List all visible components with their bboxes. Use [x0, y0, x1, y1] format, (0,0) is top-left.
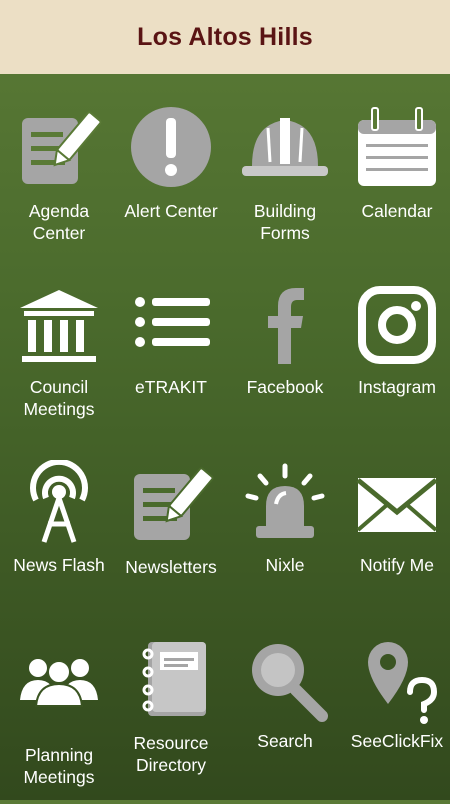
calendar-icon [352, 104, 442, 194]
people-icon [14, 634, 104, 724]
tile-label: Newsletters [125, 557, 217, 577]
tile-label: Search [257, 731, 313, 751]
tile-news-flash[interactable]: News Flash [3, 460, 115, 630]
tile-etrakit[interactable]: eTRAKIT [115, 282, 227, 452]
tile-council-meetings[interactable]: Council Meetings [3, 282, 115, 452]
tile-label: SeeClickFix [350, 731, 444, 751]
tile-label: Building Forms [253, 201, 317, 243]
app-title: Los Altos Hills [137, 22, 313, 51]
tile-resource-directory[interactable]: Resource Directory [115, 634, 227, 804]
tile-nixle[interactable]: Nixle [229, 460, 341, 630]
tile-newsletters[interactable]: Newsletters [115, 460, 227, 630]
map-pin-question-icon [352, 634, 442, 724]
tile-label: News Flash [13, 555, 105, 575]
search-icon [240, 634, 330, 724]
tile-building-forms[interactable]: Building Forms [229, 104, 341, 274]
tile-label: Nixle [265, 555, 305, 575]
tile-label: Notify Me [360, 555, 434, 575]
tile-label: Instagram [358, 377, 436, 397]
app-grid: Agenda Center Alert Center Building Form… [0, 74, 450, 800]
list-icon [126, 282, 216, 372]
tile-agenda-center[interactable]: Agenda Center [3, 104, 115, 274]
app-header: Los Altos Hills [0, 0, 450, 74]
tile-seeclickfix[interactable]: SeeClickFix [341, 634, 450, 804]
hardhat-icon [240, 104, 330, 194]
courthouse-icon [14, 282, 104, 372]
tile-label: Facebook [246, 377, 324, 397]
radio-tower-icon [14, 460, 104, 550]
agenda-icon [14, 104, 104, 194]
tile-label: Resource Directory [133, 733, 209, 775]
tile-calendar[interactable]: Calendar [341, 104, 450, 274]
newsletter-icon [126, 460, 216, 550]
alert-icon [126, 104, 216, 194]
tile-label: Agenda Center [28, 201, 90, 243]
instagram-icon [352, 282, 442, 372]
tile-instagram[interactable]: Instagram [341, 282, 450, 452]
tile-label: Planning Meetings [23, 745, 95, 787]
tile-label: eTRAKIT [135, 377, 207, 397]
facebook-icon [240, 282, 330, 372]
envelope-icon [352, 460, 442, 550]
tile-search[interactable]: Search [229, 634, 341, 804]
tile-alert-center[interactable]: Alert Center [115, 104, 227, 274]
tile-label: Calendar [361, 201, 433, 221]
tile-facebook[interactable]: Facebook [229, 282, 341, 452]
tile-notify-me[interactable]: Notify Me [341, 460, 450, 630]
tile-label: Alert Center [124, 201, 218, 221]
notebook-icon [126, 634, 216, 724]
tile-planning-meetings[interactable]: Planning Meetings [3, 634, 115, 804]
siren-icon [240, 460, 330, 550]
tile-label: Council Meetings [23, 377, 95, 419]
